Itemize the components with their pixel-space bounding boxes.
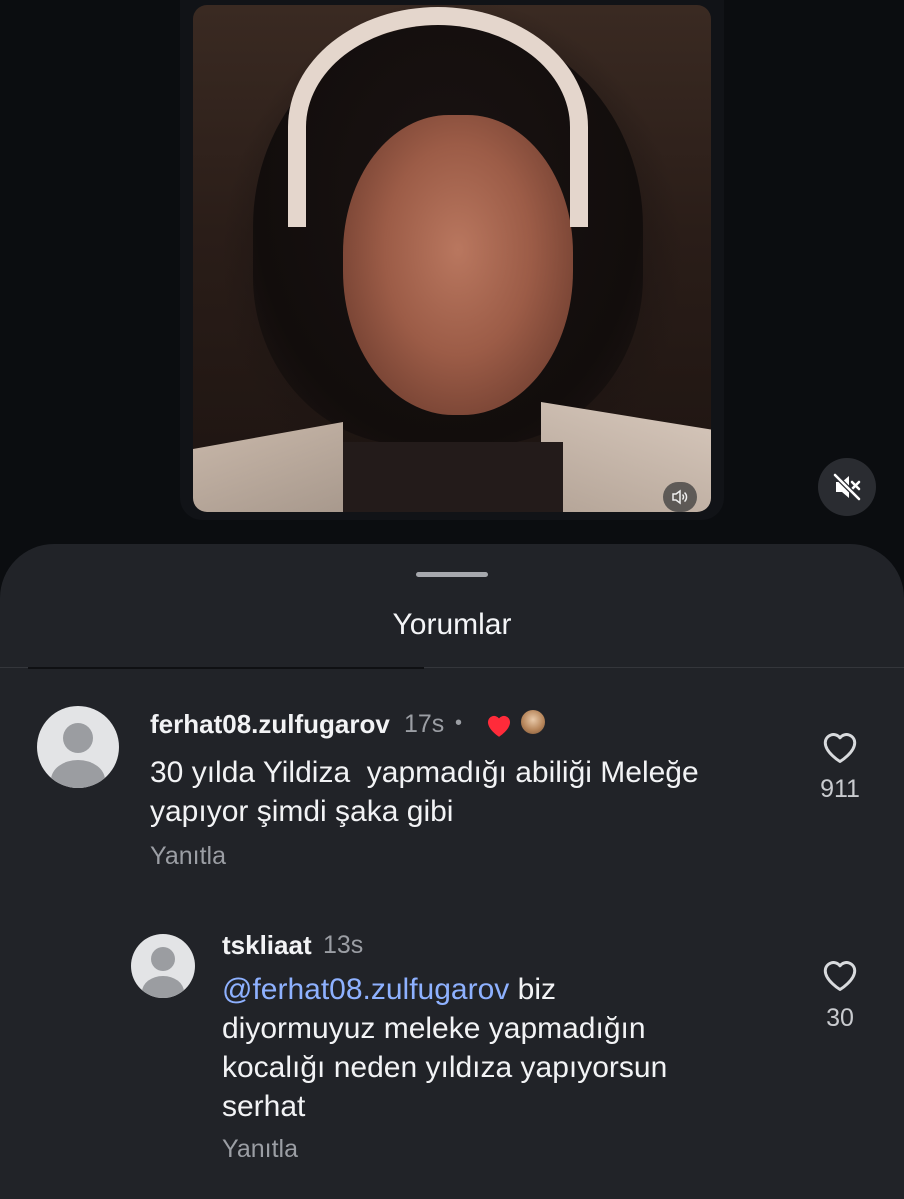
reply-text-line: kocalığı neden yıldıza yapıyorsun <box>222 1051 668 1084</box>
reply-text-line: diyormuyuz meleke yapmadığın <box>222 1012 646 1045</box>
heart-outline-icon[interactable] <box>820 728 860 764</box>
red-heart-icon <box>487 715 511 737</box>
reply-button[interactable]: Yanıtla <box>222 1135 298 1164</box>
screen: Yorumlar ferhat08.zulfugarov 17s • 30 yı… <box>0 0 904 1199</box>
avatar[interactable] <box>37 706 119 788</box>
comments-sheet: Yorumlar ferhat08.zulfugarov 17s • 30 yı… <box>0 544 904 1199</box>
reply-text: @ferhat08.zulfugarov biz diyormuyuz mele… <box>222 970 782 1126</box>
video-player[interactable] <box>193 5 711 512</box>
reply-button[interactable]: Yanıtla <box>150 842 226 871</box>
like-count: 911 <box>820 775 860 803</box>
comment-text: 30 yılda Yildiza yapmadığı abiliği Meleğ… <box>150 753 790 831</box>
like-count: 30 <box>826 1004 854 1032</box>
sheet-drag-handle[interactable] <box>416 572 488 577</box>
divider-accent <box>28 667 424 669</box>
mention-link[interactable]: @ferhat08.zulfugarov <box>222 973 509 1006</box>
comment-username[interactable]: ferhat08.zulfugarov <box>150 709 390 740</box>
comment-time: 17s <box>404 710 445 738</box>
creator-mini-avatar <box>519 708 547 736</box>
video-scene-shirt <box>343 442 563 512</box>
sheet-title: Yorumlar <box>392 608 512 641</box>
heart-outline-icon[interactable] <box>820 956 860 992</box>
reply-username[interactable]: tskliaat <box>222 930 312 961</box>
separator-dot: • <box>455 712 463 734</box>
comment-text-line: 30 yılda Yildiza yapmadığı abiliği Meleğ… <box>150 756 699 789</box>
reply-text-line: @ferhat08.zulfugarov biz <box>222 970 782 1009</box>
speaker-icon[interactable] <box>663 482 697 512</box>
avatar[interactable] <box>131 934 195 998</box>
video-scene-headband <box>288 7 588 227</box>
reply-time: 13s <box>323 931 364 959</box>
reply-text-fragment: biz <box>509 973 556 1006</box>
muted-speaker-icon[interactable] <box>818 458 876 516</box>
comment-text-line: yapıyor şimdi şaka gibi <box>150 795 454 828</box>
reply-text-line: serhat <box>222 1090 306 1123</box>
video-scene-coat-left <box>193 422 343 512</box>
